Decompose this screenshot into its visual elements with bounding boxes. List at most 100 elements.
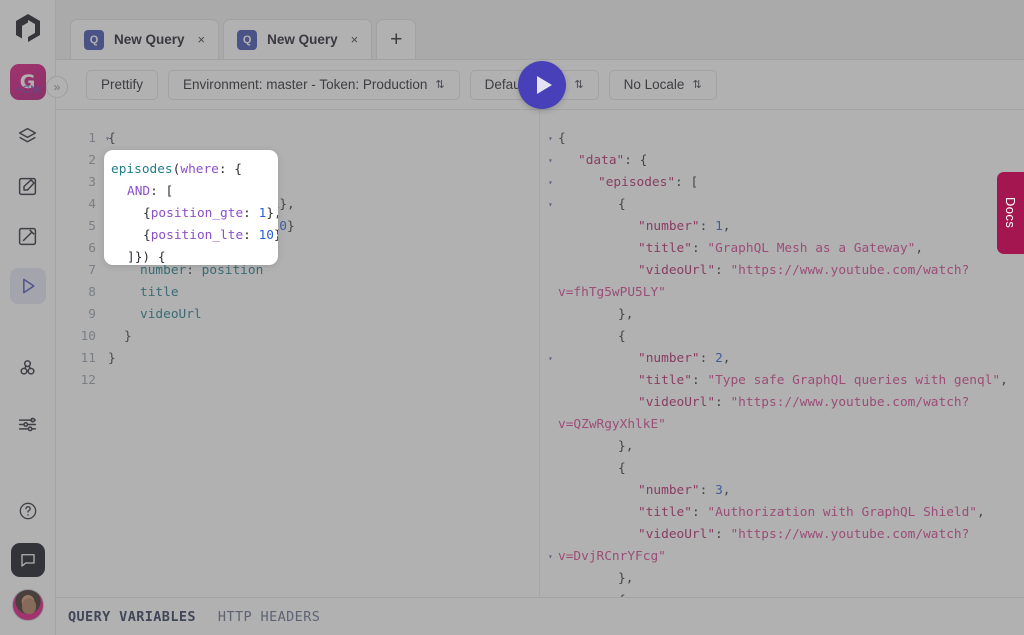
code-token: : [699,219,716,234]
code-token: } [274,228,278,243]
code-line: episodes(where: { [111,159,278,181]
code-line: "number": 1, [558,216,1016,238]
execute-query-button[interactable] [518,61,566,109]
code-token: , [1000,373,1008,388]
code-token: { [618,329,626,344]
line-number: 10 [80,329,96,344]
code-token: } [287,219,295,234]
result-json: {"data": {"episodes": [{"number": 1, "tit… [558,128,1016,612]
code-line: "title": "GraphQL Mesh as a Gateway", [558,238,1016,260]
sidebar-item-chat[interactable] [10,543,45,577]
editor-line-numbers: 1▾2▾ 3 4 5 6▾ 7 8 9 10 11 12 [56,128,110,392]
sidebar-item-api-playground[interactable] [9,268,46,304]
code-token: "number" [638,483,700,498]
code-line: }, [558,436,1016,458]
code-token: : [715,395,731,410]
code-line: "videoUrl": "https://www.youtube.com/wat… [558,392,1016,414]
code-token: "videoUrl" [638,395,716,410]
spotlight-code: episodes(where: {AND: [{position_gte: 1}… [104,150,278,265]
pencil-box-icon [17,226,38,247]
play-triangle-icon [18,276,38,296]
code-token: "https://www.youtube.com/watch? [730,395,970,410]
code-line: }, [558,568,1016,590]
query-tab-1[interactable]: Q New Query × [70,19,220,59]
code-line: { [108,128,533,150]
sidebar-item-help[interactable] [10,493,46,529]
project-switcher[interactable]: G ~CM [9,46,46,104]
code-token: 2 [715,351,723,366]
code-token: : [699,351,716,366]
line-number: 5 [88,219,96,234]
code-token: "episodes" [598,175,676,190]
code-token: title [140,285,179,300]
code-token: v=DvjRCnrYFcg" [558,549,666,564]
code-token: : [243,228,259,243]
code-token: }, [618,307,634,322]
code-token: AND [127,184,151,199]
code-token: "data" [578,153,625,168]
line-number: 7 [88,263,96,278]
close-icon[interactable]: × [348,32,359,47]
code-token: "https://www.youtube.com/watch? [730,527,970,542]
hygraph-logo[interactable] [11,12,45,46]
code-token: "videoUrl" [638,527,716,542]
environment-label: Environment: master - Token: Production [183,77,428,92]
line-number: 11 [80,351,96,366]
tab-query-variables[interactable]: QUERY VARIABLES [68,609,196,625]
code-token: : [699,483,716,498]
chat-bubble-icon [19,551,37,569]
code-token: { [558,131,566,146]
close-icon[interactable]: × [195,32,206,47]
sidebar-item-webhooks[interactable] [10,350,46,386]
chevron-updown-icon: ⇅ [692,79,702,91]
code-token: "title" [638,241,692,256]
query-tab-bar: Q New Query × Q New Query × + [56,0,1024,60]
code-token: videoUrl [140,307,202,322]
code-token: : { [624,153,648,168]
code-line: ]}) { [111,247,278,265]
code-line: "title": "Authorization with GraphQL Shi… [558,502,1016,524]
code-token: { [143,206,151,221]
code-line: }, [558,304,1016,326]
environment-select[interactable]: Environment: master - Token: Production … [168,69,460,100]
sidebar-item-assets[interactable] [10,218,46,254]
play-icon [537,76,552,94]
sliders-icon [17,414,38,435]
code-line: { [558,458,1016,480]
code-token: "GraphQL Mesh as a Gateway" [707,241,916,256]
line-number: 8 [88,285,96,300]
code-token: : [691,241,708,256]
code-token: "Type safe GraphQL queries with genql" [707,373,1001,388]
code-token: 1 [715,219,723,234]
code-token: { [143,228,151,243]
code-token: : [715,527,731,542]
code-token: } [108,351,116,366]
code-token: }, [266,206,278,221]
code-token: , [915,241,924,256]
user-avatar[interactable] [11,589,44,621]
tab-http-headers[interactable]: HTTP HEADERS [218,609,320,625]
query-tab-badge: Q [84,29,104,50]
query-tab-label: New Query [114,32,185,47]
line-number: 3 [88,175,96,190]
code-token: { [618,197,626,212]
code-token: number [140,263,187,278]
locale-select[interactable]: No Locale ⇅ [608,69,717,100]
result-pane[interactable]: ▾ ▾ ▾ ▾ ▾ ▾ {"data": {"episodes": [{"number":… [540,110,1024,635]
chevron-right-double-icon: » [53,80,61,94]
prettify-button[interactable]: Prettify [86,69,159,100]
code-line: videoUrl [108,304,533,326]
sidebar-item-content[interactable] [10,168,46,204]
sidebar-item-settings[interactable] [10,406,46,442]
code-token: "number" [638,351,700,366]
code-line: "videoUrl": "https://www.youtube.com/wat… [558,260,1016,282]
code-line: v=DvjRCnrYFcg" [558,546,1016,568]
sidebar-item-schema[interactable] [10,118,46,154]
code-token: , [722,219,731,234]
new-tab-button[interactable]: + [376,19,417,59]
sidebar-collapse-toggle[interactable]: » [46,76,68,98]
code-token: "https://www.youtube.com/watch? [730,263,970,278]
query-tab-2[interactable]: Q New Query × [223,19,373,59]
docs-tab[interactable]: Docs [997,172,1024,254]
